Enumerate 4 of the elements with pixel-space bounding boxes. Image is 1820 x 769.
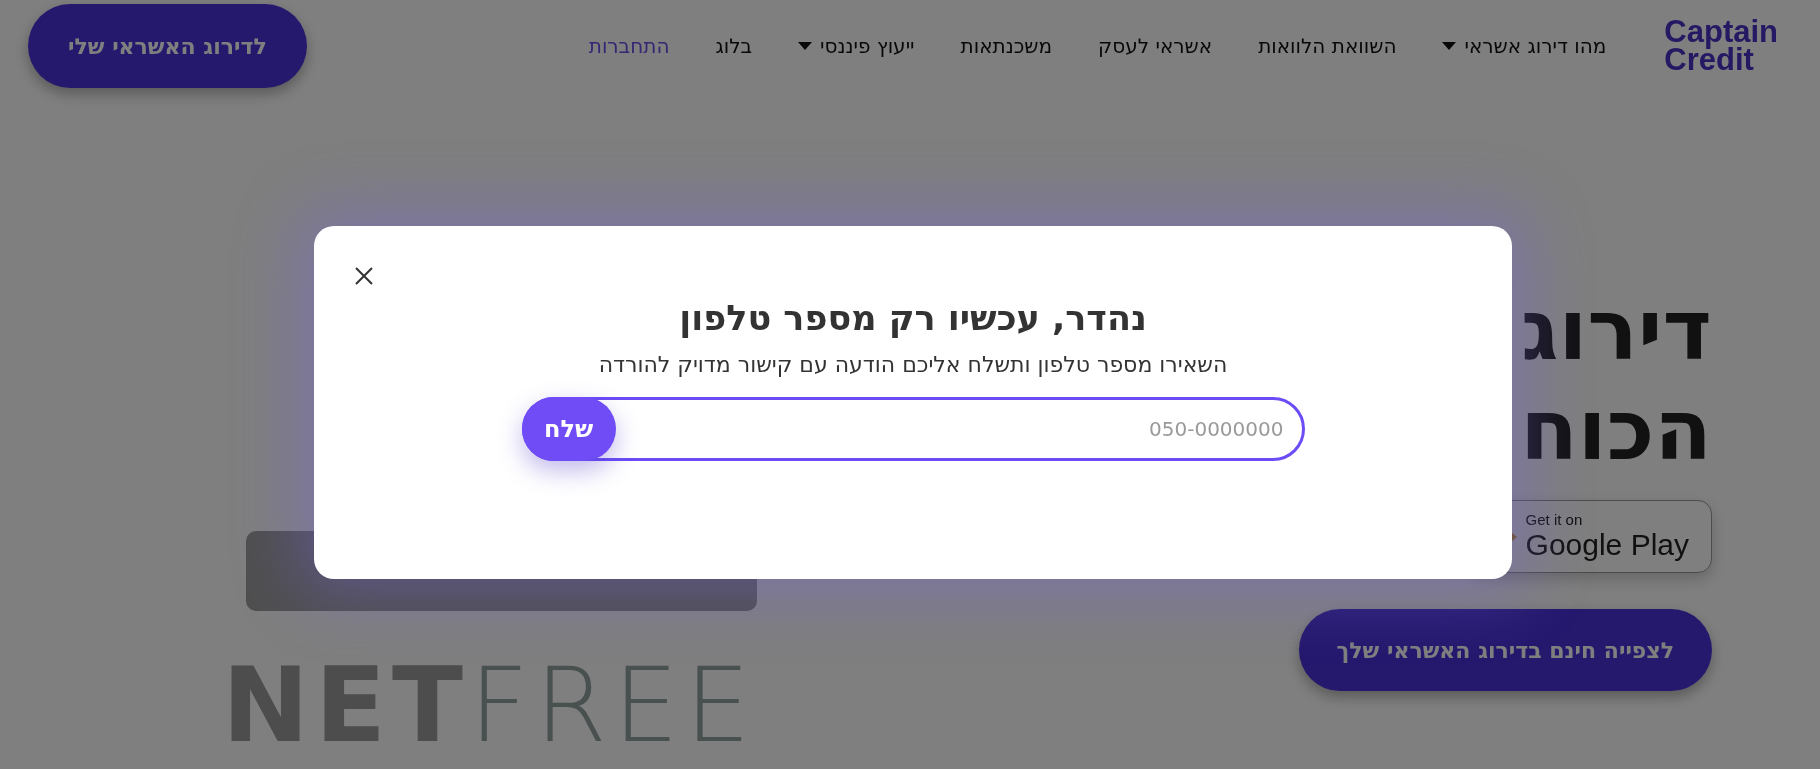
hero-heading: דירוג [1520, 280, 1712, 380]
dialog-title: נהדר, עכשיו רק מספר טלפון [679, 297, 1147, 340]
hero-heading: הכוח [1520, 380, 1712, 480]
dialog-text: השאירו מספר טלפון ותשלח אליכם הודעה עם קישור מדויק להורדה [598, 352, 1228, 377]
